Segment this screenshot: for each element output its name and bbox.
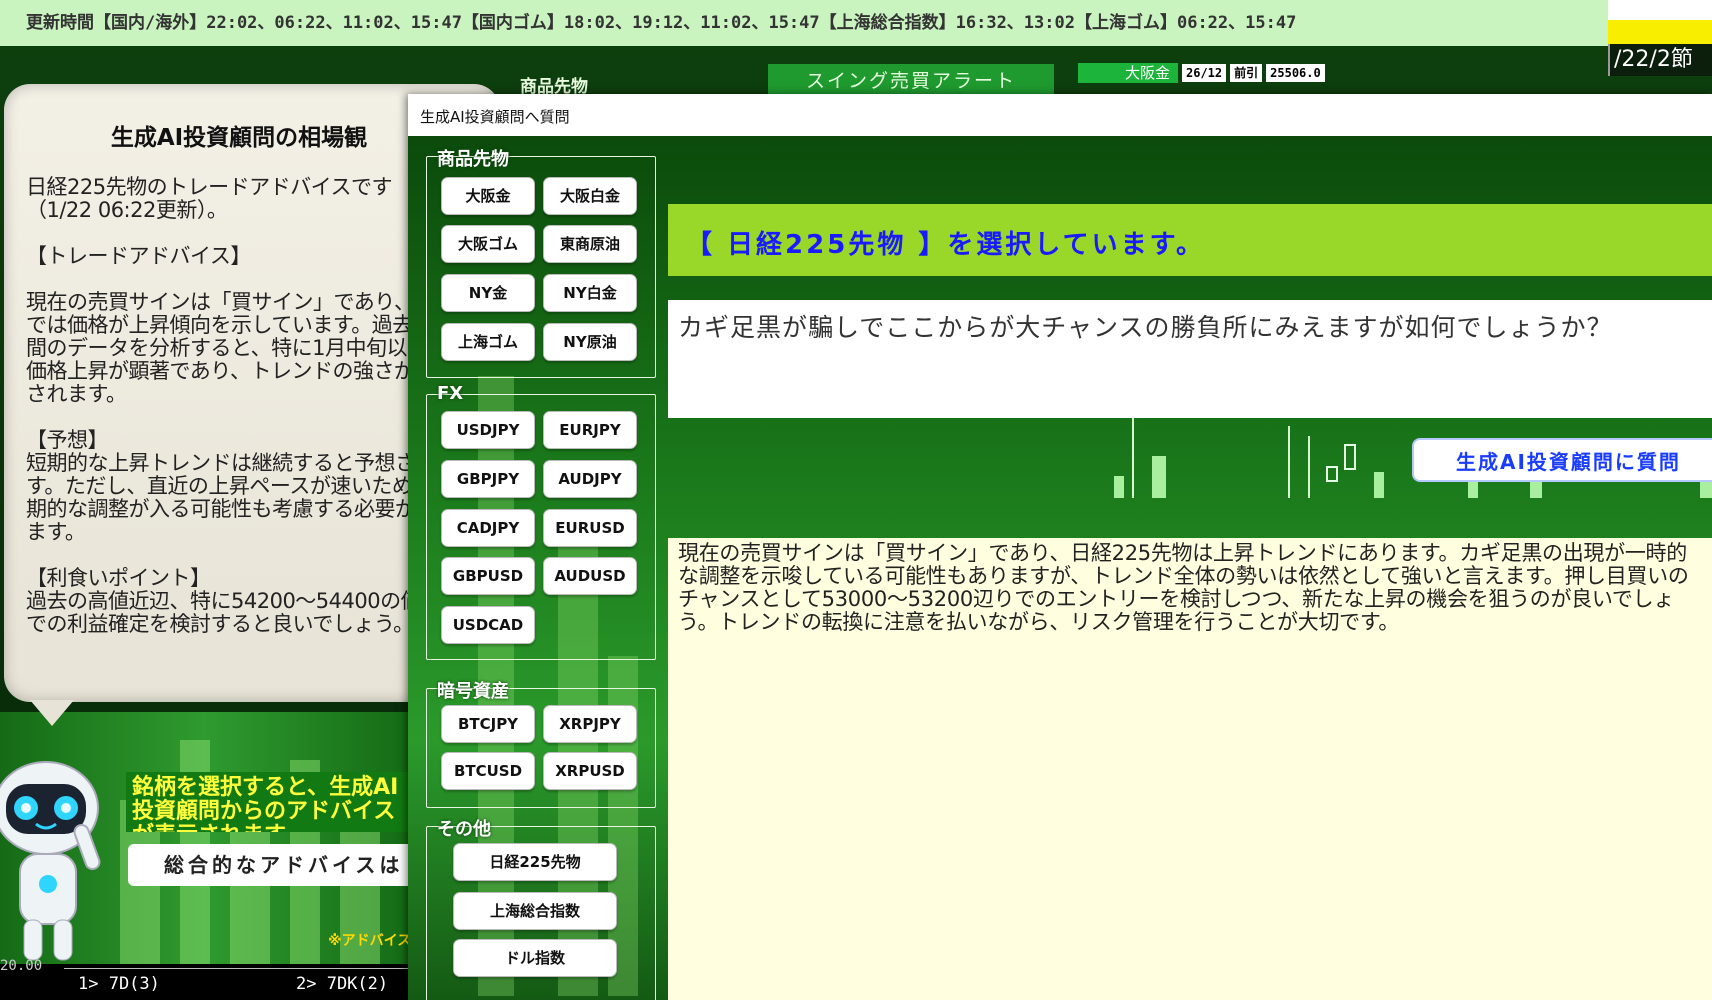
select-instrument-message: 銘柄を選択すると、生成AI投資顧問からのアドバイスが表示されます [126,772,410,832]
btn-ny-platinum[interactable]: NY白金 [543,274,637,312]
background-date-label: /22/2節 [1608,44,1712,76]
candle [1114,476,1124,498]
answer-text: 現在の売買サインは「買サイン」であり、日経225先物は上昇トレンドにあります。カ… [678,541,1689,634]
btn-shanghai-rubber[interactable]: 上海ゴム [441,323,535,361]
btn-tocom-crude[interactable]: 東商原油 [543,225,637,263]
btn-usdjpy[interactable]: USDJPY [441,411,535,449]
btn-xrpusd[interactable]: XRPUSD [543,752,637,790]
btn-cadjpy[interactable]: CADJPY [441,509,535,547]
group-crypto-label: 暗号資産 [437,681,509,702]
btn-ny-crude[interactable]: NY原油 [543,323,637,361]
ask-advisor-dialog: 生成AI投資顧問へ質問 商品先物 大阪金 大阪白金 大阪ゴム 東商原油 NY金 … [408,94,1712,1000]
quote-contract: 26/12 [1182,64,1227,82]
speech-bubble-tail [30,700,74,726]
robot-mascot-icon [0,761,101,961]
update-times-bar: 更新時間【国内/海外】22:02、06:22、11:02、15:47【国内ゴム】… [0,0,1608,46]
candle [1152,456,1166,498]
btn-osaka-platinum[interactable]: 大阪白金 [543,177,637,215]
selection-banner: 【 日経225先物 】を選択しています。 [668,204,1712,276]
btn-ny-gold[interactable]: NY金 [441,274,535,312]
quote-name: 大阪金 [1078,63,1178,83]
bottom-axis: 20.00 1> 7D(3) 2> 7DK(2) [0,958,424,1000]
quote-type: 前引 [1230,64,1263,82]
ask-advisor-button[interactable]: 生成AI投資顧問に質問 [1412,438,1712,482]
advisor-advice-text: 日経225先物のトレードアドバイスです （1/22 06:22更新）。 【トレー… [26,175,463,636]
advice-note: ※アドバイス [328,933,412,949]
answer-output: 現在の売買サインは「買サイン」であり、日経225先物は上昇トレンドにあります。カ… [668,538,1712,1000]
group-commodities-label: 商品先物 [437,149,509,170]
candle [1374,472,1384,498]
btn-shanghai-composite[interactable]: 上海総合指数 [453,892,617,930]
dialog-titlebar[interactable]: 生成AI投資顧問へ質問 [408,94,1712,137]
axis-label-1: 1> 7D(3) [78,974,160,994]
candle [1344,444,1356,470]
swing-alert-button[interactable]: スイング売買アラート [768,64,1054,94]
btn-audusd[interactable]: AUDUSD [543,557,637,595]
btn-eurjpy[interactable]: EURJPY [543,411,637,449]
candle [1326,466,1338,482]
btn-osaka-gold[interactable]: 大阪金 [441,177,535,215]
overall-advice-button[interactable]: 総合的なアドバイスは [128,844,418,886]
group-fx-label: FX [437,383,464,404]
btn-nikkei225-futures[interactable]: 日経225先物 [453,843,617,881]
group-commodities: 商品先物 大阪金 大阪白金 大阪ゴム 東商原油 NY金 NY白金 上海ゴム NY… [426,149,656,378]
btn-usdcad[interactable]: USDCAD [441,606,535,644]
btn-gbpusd[interactable]: GBPUSD [441,557,535,595]
group-crypto: 暗号資産 BTCJPY XRPJPY BTCUSD XRPUSD [426,681,656,808]
btn-audjpy[interactable]: AUDJPY [543,460,637,498]
question-text: カギ足黒が騙しでここからが大チャンスの勝負所にみえますが如何でしょうか？ [678,313,1613,342]
top-right-panel [1608,0,1712,20]
btn-gbpjpy[interactable]: GBPJPY [441,460,535,498]
btn-osaka-rubber[interactable]: 大阪ゴム [441,225,535,263]
axis-line [64,968,424,969]
candle-wick [1308,436,1310,498]
candle-wick [1288,426,1290,498]
selection-text: 【 日経225先物 】を選択しています。 [686,230,1205,260]
group-fx: FX USDJPY EURJPY GBPJPY AUDJPY CADJPY EU… [426,383,656,660]
btn-btcjpy[interactable]: BTCJPY [441,705,535,743]
group-other-label: その他 [437,819,491,840]
dialog-body: 商品先物 大阪金 大阪白金 大阪ゴム 東商原油 NY金 NY白金 上海ゴム NY… [408,136,1712,1000]
axis-label-2: 2> 7DK(2) [296,974,389,994]
dialog-title: 生成AI投資顧問へ質問 [420,108,570,126]
question-input[interactable]: カギ足黒が騙しでここからが大チャンスの勝負所にみえますが如何でしょうか？ [668,300,1712,418]
axis-tick-label: 20.00 [0,958,43,974]
top-right-highlight [1608,20,1712,46]
btn-dollar-index[interactable]: ドル指数 [453,939,617,977]
btn-xrpjpy[interactable]: XRPJPY [543,705,637,743]
advisor-title: 生成AI投資顧問の相場観 [110,125,368,151]
quote-strip: 大阪金 26/12 前引 25506.0 [1078,62,1325,84]
group-other: その他 日経225先物 上海総合指数 ドル指数 [426,819,656,1000]
btn-eurusd[interactable]: EURUSD [543,509,637,547]
quote-value: 25506.0 [1266,64,1325,82]
btn-btcusd[interactable]: BTCUSD [441,752,535,790]
